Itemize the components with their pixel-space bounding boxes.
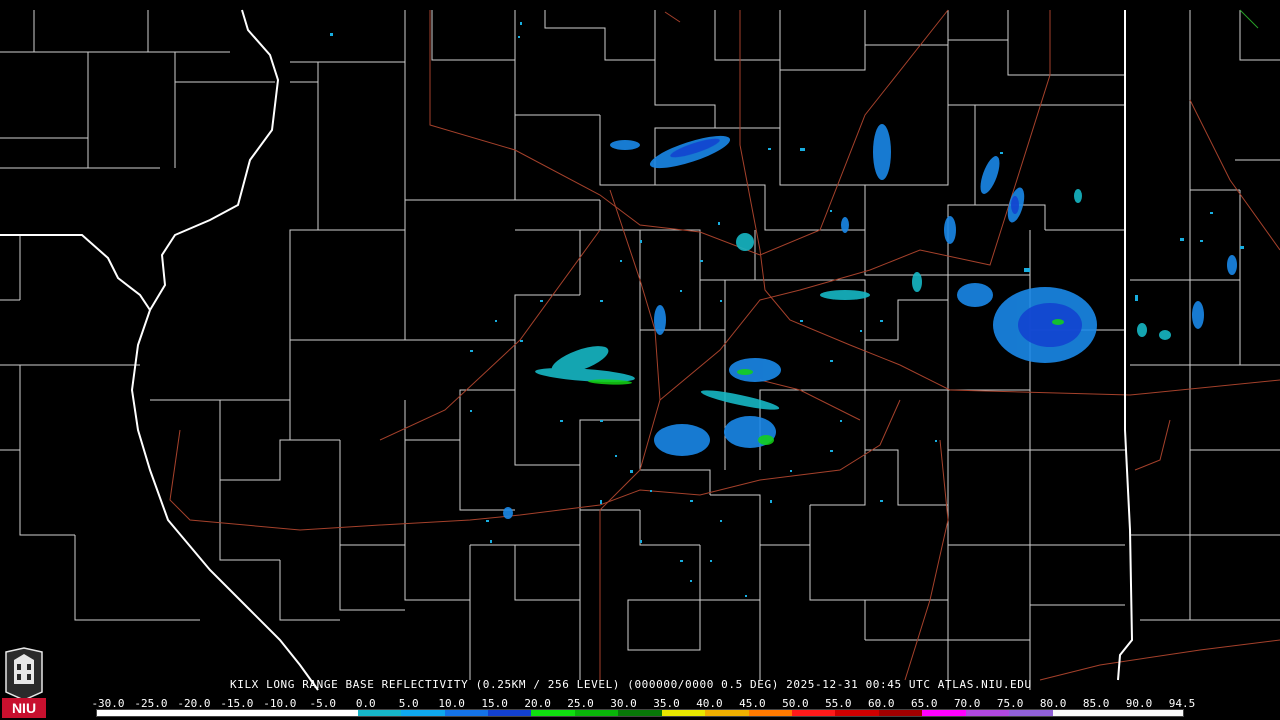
colorbar-segment — [531, 710, 575, 716]
colorbar-segment — [140, 710, 184, 716]
colorbar-segment — [965, 710, 1010, 716]
colorbar-segment — [792, 710, 836, 716]
colorbar-segment — [922, 710, 966, 716]
colorbar-segment — [314, 710, 358, 716]
niu-logo-text: NIU — [12, 700, 36, 716]
colorbar-segment — [444, 710, 488, 716]
colorbar-segment — [1139, 710, 1183, 716]
colorbar-segment — [574, 710, 619, 716]
colorbar-segment — [618, 710, 662, 716]
colorbar-segment — [227, 710, 271, 716]
colorbar-segment — [661, 710, 706, 716]
colorbar-segment — [878, 710, 923, 716]
product-caption: KILX LONG RANGE BASE REFLECTIVITY (0.25K… — [230, 678, 1032, 691]
colorbar-segment — [705, 710, 749, 716]
colorbar-segment — [1009, 710, 1053, 716]
radar-map — [0, 0, 1280, 720]
colorbar-segment — [97, 710, 141, 716]
colorbar-segment — [183, 710, 228, 716]
colorbar-tick-labels: -30.0 -25.0 -20.0 -15.0 -10.0 -5.0 0.0 5.0 10.0 1… — [91, 697, 1195, 710]
colorbar-segment — [1096, 710, 1140, 716]
reflectivity-colorbar — [96, 709, 1184, 717]
colorbar-segment — [270, 710, 315, 716]
colorbar-segment — [1052, 710, 1097, 716]
colorbar-segment — [401, 710, 445, 716]
colorbar-segment — [487, 710, 532, 716]
colorbar-segment — [835, 710, 879, 716]
niu-logo: NIU — [2, 647, 46, 718]
colorbar-segment — [357, 710, 402, 716]
colorbar-segment — [748, 710, 792, 716]
